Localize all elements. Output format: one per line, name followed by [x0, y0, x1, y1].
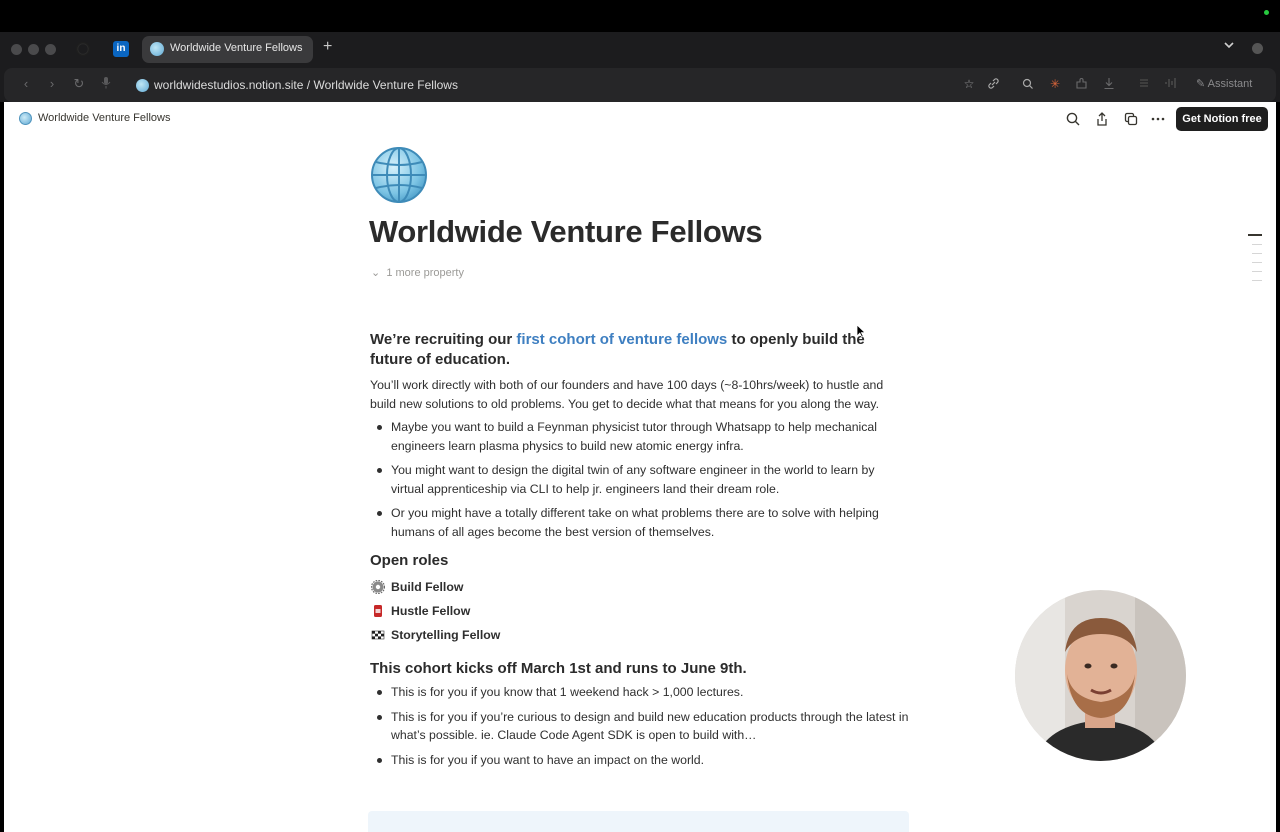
intro-heading-text: We’re recruiting our [370, 331, 517, 348]
notion-topbar: Worldwide Venture Fellows Get Notion fre… [4, 102, 1276, 136]
callout-block [368, 811, 909, 832]
role-storytelling-fellow[interactable]: Storytelling Fellow [370, 627, 910, 643]
linkedin-icon: in [116, 43, 126, 54]
list-item: Maybe you want to build a Feynman physic… [370, 418, 910, 455]
page-title: Worldwide Venture Fellows [369, 214, 763, 249]
downloads-icon[interactable] [1102, 77, 1116, 91]
more-property-label: 1 more property [386, 267, 464, 279]
tab-list-chevron-icon[interactable] [1224, 40, 1234, 52]
list-item: This is for you if you want to have an i… [370, 751, 910, 770]
tab-title: Worldwide Venture Fellows [170, 42, 303, 54]
open-roles-heading: Open roles [370, 552, 449, 569]
chevron-down-icon: ⌄ [371, 267, 381, 279]
lens-search-icon[interactable] [1020, 77, 1034, 91]
close-window-button[interactable] [11, 44, 22, 55]
get-notion-free-button[interactable]: Get Notion free [1176, 107, 1268, 131]
mouse-cursor-icon [856, 324, 867, 338]
globe-icon [19, 112, 32, 125]
reading-list-icon[interactable] [1137, 77, 1151, 91]
pinned-tab-openai[interactable] [75, 41, 91, 57]
url-separator: / [306, 78, 311, 92]
soda-can-icon [371, 604, 385, 618]
presenter-face-image [1015, 590, 1186, 761]
gear-icon [370, 579, 386, 595]
new-tab-button[interactable]: + [323, 38, 332, 56]
assistant-label: Assistant [1207, 78, 1253, 90]
microphone-icon[interactable] [98, 76, 114, 92]
copy-link-icon[interactable] [986, 77, 1000, 91]
toc-line[interactable] [1252, 244, 1262, 245]
reload-icon[interactable]: ↻ [71, 76, 87, 92]
presenter-video-bubble[interactable] [1015, 590, 1186, 761]
tab-worldwide-venture-fellows[interactable]: Worldwide Venture Fellows [142, 36, 313, 63]
page-content: We’re recruiting our first cohort of ven… [370, 330, 910, 775]
cohort-heading: This cohort kicks off March 1st and runs… [370, 660, 747, 677]
toc-line[interactable] [1252, 253, 1262, 254]
notion-page: Worldwide Venture Fellows Get Notion fre… [4, 102, 1276, 832]
role-hustle-fellow[interactable]: Hustle Fellow [370, 603, 910, 619]
list-item: Or you might have a totally different ta… [370, 504, 910, 541]
globe-icon [136, 79, 149, 92]
toc-line[interactable] [1248, 234, 1262, 236]
assistant-icon: ✎ [1196, 78, 1208, 90]
globe-icon [370, 146, 428, 204]
url-domain: worldwidestudios.notion.site [154, 78, 304, 92]
bookmark-star-icon[interactable]: ☆ [962, 77, 976, 91]
intro-heading: We’re recruiting our first cohort of ven… [370, 330, 910, 370]
address-bar[interactable]: ‹ › ↻ worldwidestudios.notion.site / Wor… [4, 68, 1276, 102]
minimize-window-button[interactable] [28, 44, 39, 55]
ideas-list: Maybe you want to build a Feynman physic… [370, 418, 910, 541]
pinned-tab-linkedin[interactable]: in [113, 41, 129, 57]
globe-icon [150, 42, 164, 56]
zoom-window-button[interactable] [45, 44, 56, 55]
role-label: Hustle Fellow [391, 604, 471, 618]
extensions-icon[interactable] [1074, 77, 1088, 91]
audio-waveform-icon[interactable] [1164, 77, 1178, 91]
toc-line[interactable] [1252, 280, 1262, 281]
role-label: Storytelling Fellow [391, 628, 501, 642]
more-options-icon[interactable] [1150, 111, 1166, 127]
more-property-toggle[interactable]: ⌄ 1 more property [371, 266, 464, 279]
search-icon[interactable] [1065, 111, 1081, 127]
list-item: This is for you if you’re curious to des… [370, 708, 910, 745]
list-item: You might want to design the digital twi… [370, 461, 910, 498]
tab-bar: in Worldwide Venture Fellows + [0, 32, 1280, 68]
list-item: This is for you if you know that 1 weeke… [370, 683, 910, 702]
fit-list: This is for you if you know that 1 weeke… [370, 683, 910, 769]
intro-paragraph: You’ll work directly with both of our fo… [370, 378, 884, 411]
toc-line[interactable] [1252, 262, 1262, 263]
cohort-link[interactable]: first cohort of venture fellows [516, 331, 727, 348]
toc-line[interactable] [1252, 271, 1262, 272]
duplicate-icon[interactable] [1123, 111, 1139, 127]
profile-avatar[interactable] [1252, 43, 1263, 54]
url-text[interactable]: worldwidestudios.notion.site / Worldwide… [154, 78, 458, 92]
checkered-flag-icon [371, 628, 385, 642]
navigation-bar: ‹ › ↻ worldwidestudios.notion.site / Wor… [0, 68, 1280, 102]
openai-icon [75, 41, 91, 57]
role-build-fellow[interactable]: Build Fellow [370, 579, 910, 595]
menu-bar [0, 0, 1280, 32]
role-label: Build Fellow [391, 580, 464, 594]
back-icon[interactable]: ‹ [18, 76, 34, 91]
page-breadcrumb[interactable]: Worldwide Venture Fellows [38, 112, 170, 124]
assistant-button[interactable]: ✎ Assistant [1196, 77, 1252, 90]
url-page: Worldwide Venture Fellows [313, 78, 458, 92]
table-of-contents-minimap[interactable] [1248, 234, 1262, 289]
forward-icon[interactable]: › [44, 76, 60, 91]
share-icon[interactable] [1094, 111, 1110, 127]
camera-indicator-icon [1264, 10, 1269, 15]
claude-extension-icon[interactable]: ✳ [1048, 77, 1062, 91]
